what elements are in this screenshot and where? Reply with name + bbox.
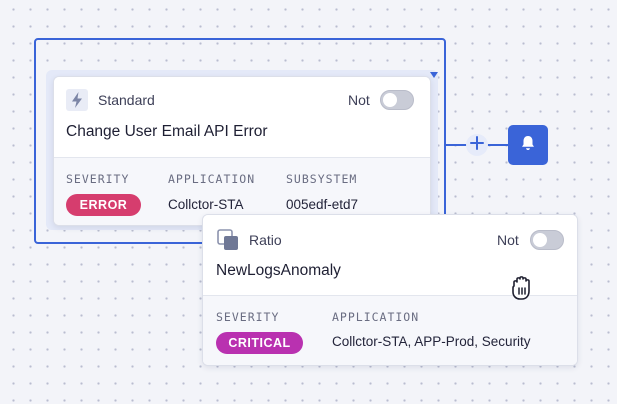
application-value: Collctor-STA: [168, 197, 244, 212]
group-corner-marker: [430, 72, 438, 78]
card-header: Standard Not Change User Email API Error: [54, 77, 430, 159]
card-title: Change User Email API Error: [66, 123, 268, 140]
application-header: APPLICATION: [332, 310, 420, 324]
severity-header: SEVERITY: [66, 172, 130, 186]
toggle-knob: [383, 93, 397, 107]
lightning-icon: [66, 89, 88, 111]
card-type-label: Standard: [98, 92, 155, 108]
alert-card-standard[interactable]: Standard Not Change User Email API Error…: [53, 76, 431, 226]
not-toggle[interactable]: [530, 230, 564, 250]
card-fields: SEVERITY APPLICATION CRITICAL Collctor-S…: [203, 295, 577, 365]
plus-icon: [470, 135, 484, 155]
application-value: Collctor-STA, APP-Prod, Security: [332, 334, 531, 349]
hand-cursor-icon: [506, 270, 540, 304]
bell-icon: [519, 134, 537, 157]
toggle-knob: [533, 233, 547, 247]
add-step-button[interactable]: [466, 134, 488, 156]
card-title: NewLogsAnomaly: [216, 262, 341, 279]
notification-button[interactable]: [508, 125, 548, 165]
application-header: APPLICATION: [168, 172, 256, 186]
severity-badge-error: ERROR: [66, 194, 141, 216]
ratio-icon: [217, 229, 239, 251]
subsystem-value: 005edf-etd7: [286, 197, 359, 212]
not-toggle-label: Not: [348, 92, 370, 108]
severity-badge-critical: CRITICAL: [216, 332, 303, 354]
not-toggle-label: Not: [497, 232, 519, 248]
card-type-label: Ratio: [249, 232, 282, 248]
not-toggle[interactable]: [380, 90, 414, 110]
severity-header: SEVERITY: [216, 310, 280, 324]
subsystem-header: SUBSYSTEM: [286, 172, 358, 186]
